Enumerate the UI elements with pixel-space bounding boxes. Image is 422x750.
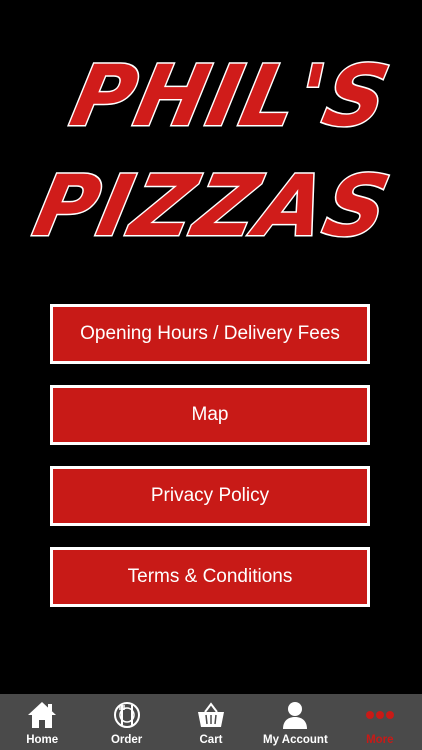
tab-my-account-label: My Account (263, 734, 328, 746)
brand-logo-line1: PHIL'S (63, 48, 399, 146)
tab-order-label: Order (110, 734, 143, 746)
opening-hours-label: Opening Hours / Delivery Fees (80, 323, 340, 344)
account-icon (278, 700, 312, 730)
map-button[interactable]: Map (50, 385, 370, 445)
brand-logo-line2: PIZZAS (26, 158, 399, 245)
privacy-policy-button[interactable]: Privacy Policy (50, 466, 370, 526)
more-icon (363, 700, 397, 730)
tab-home-label: Home (26, 734, 59, 746)
tab-home[interactable]: Home (0, 694, 84, 750)
tab-cart-label: Cart (199, 734, 223, 746)
order-icon (110, 700, 144, 730)
tab-more-label: More (366, 734, 394, 746)
tab-cart[interactable]: Cart (169, 694, 253, 750)
tab-my-account[interactable]: My Account (253, 694, 337, 750)
tab-order[interactable]: Order (84, 694, 168, 750)
map-label: Map (191, 404, 229, 425)
privacy-policy-label: Privacy Policy (150, 485, 270, 506)
tab-more[interactable]: More (338, 694, 422, 750)
tab-bar: Home Order Cart My Account More (0, 694, 422, 750)
terms-conditions-label: Terms & Conditions (127, 566, 293, 587)
terms-conditions-button[interactable]: Terms & Conditions (50, 547, 370, 607)
opening-hours-button[interactable]: Opening Hours / Delivery Fees (50, 304, 370, 364)
more-menu: Opening Hours / Delivery Fees Map Privac… (50, 304, 370, 628)
cart-icon (194, 700, 228, 730)
brand-logo: PHIL'S PIZZAS (0, 30, 422, 245)
home-icon (25, 700, 59, 730)
